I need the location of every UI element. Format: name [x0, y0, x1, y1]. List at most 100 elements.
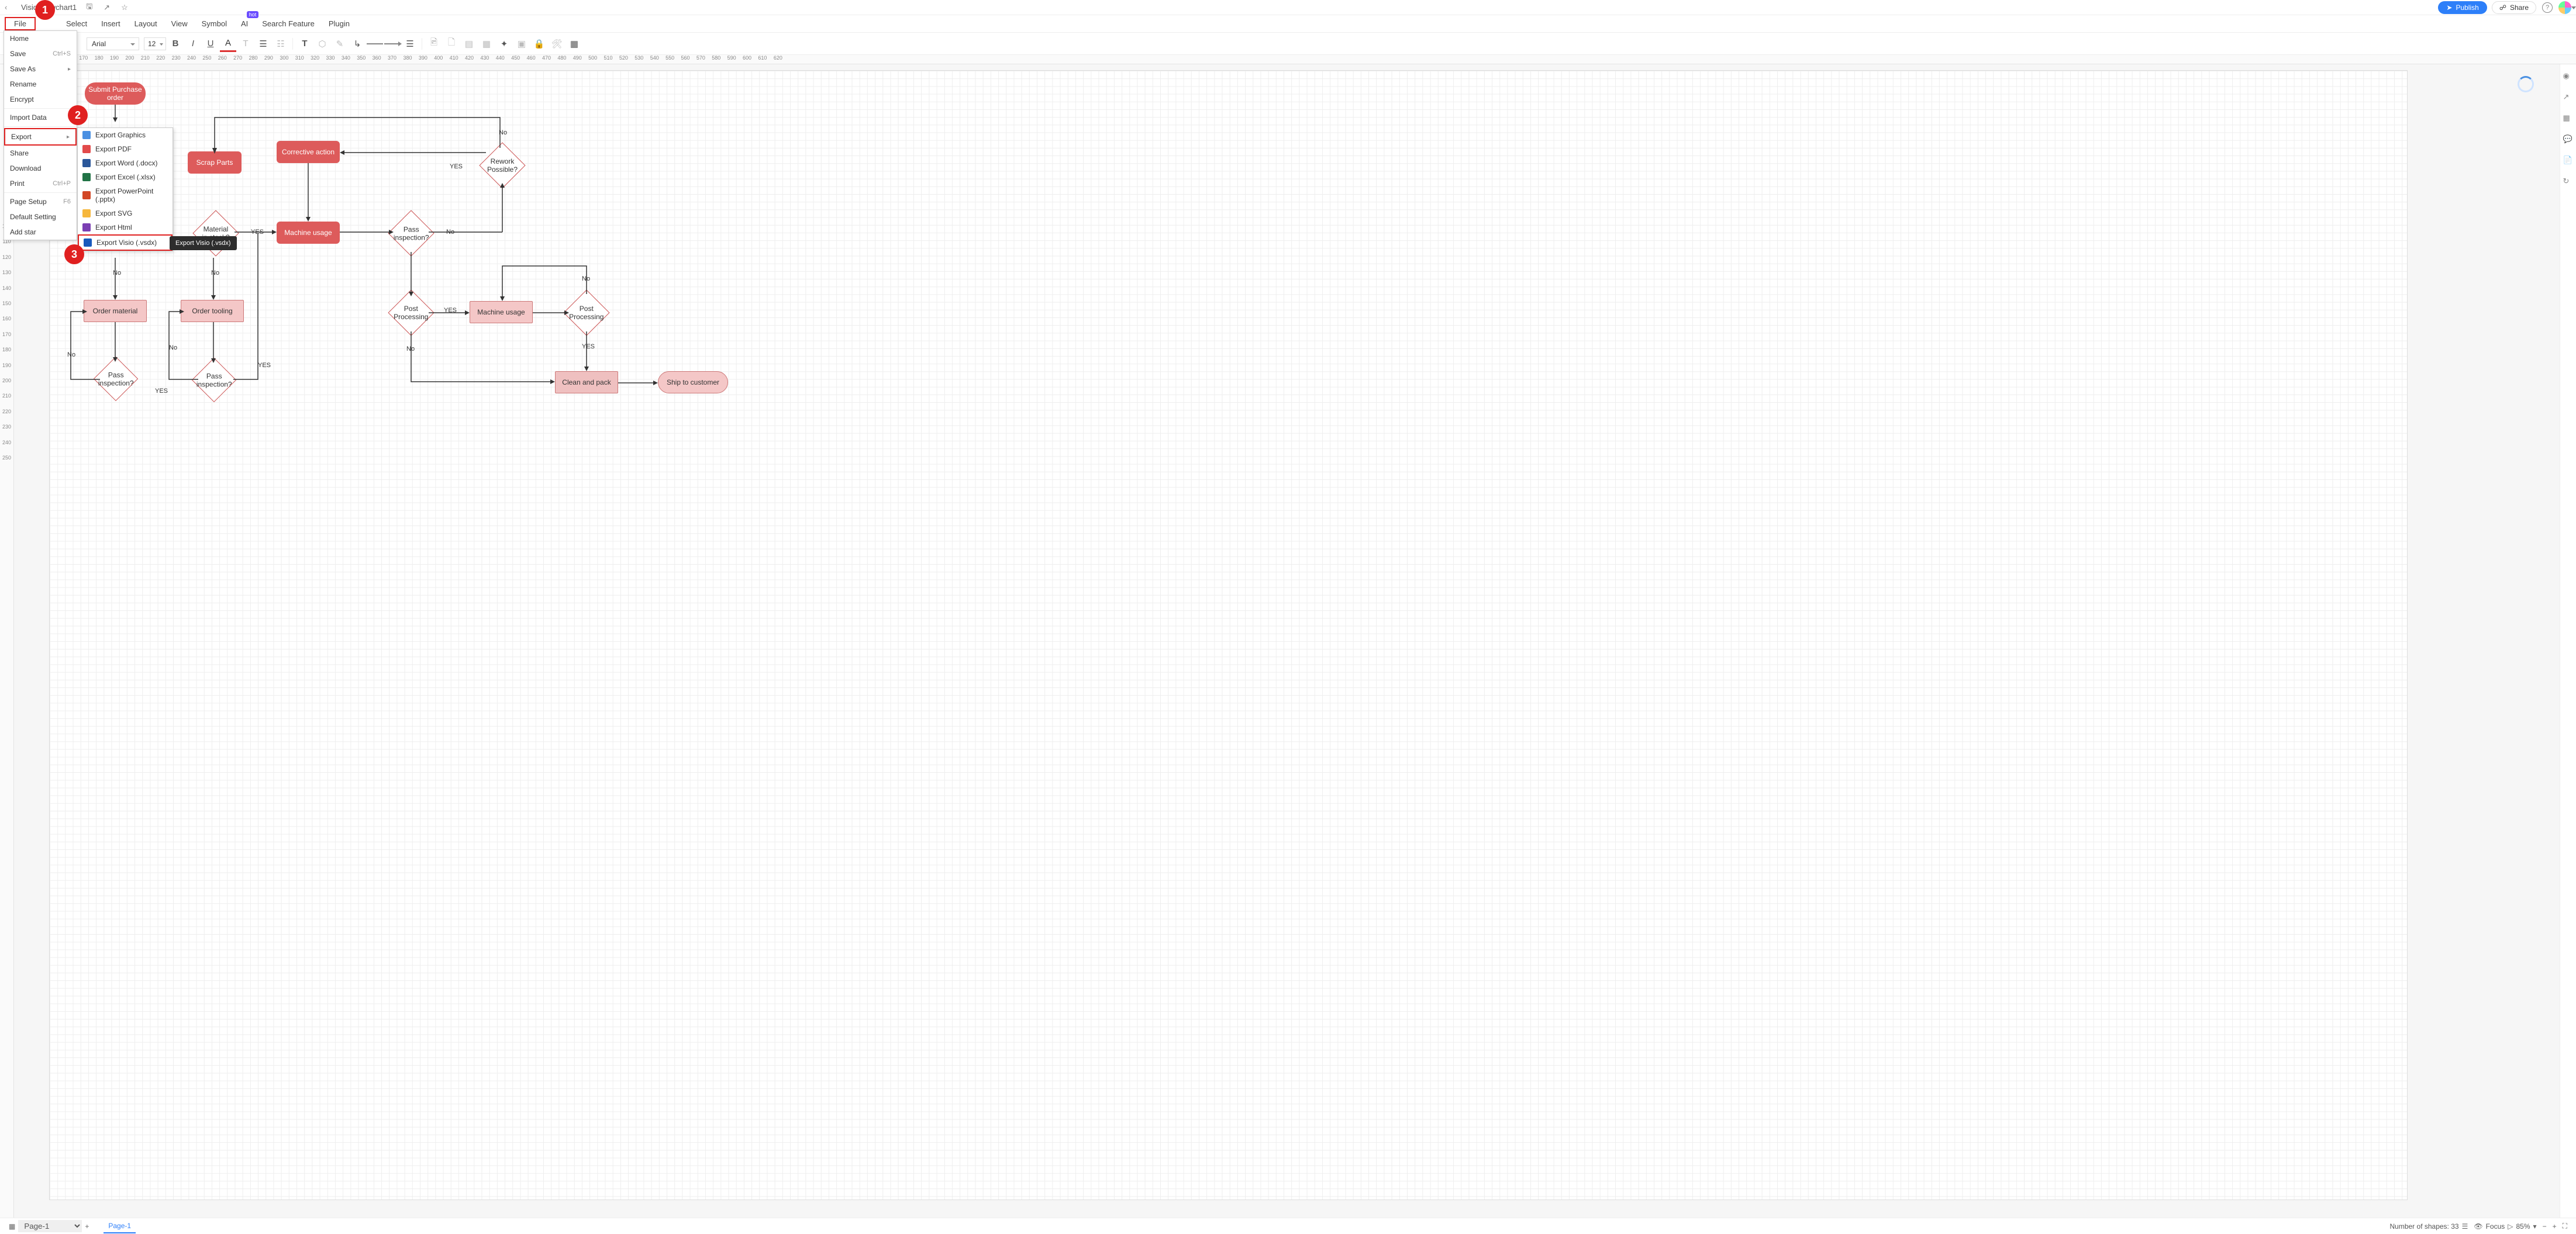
canvas-page[interactable]: Submit Purchase order Scrap Parts Correc…	[49, 70, 2408, 1200]
export-submenu: Export GraphicsExport PDFExport Word (.d…	[77, 127, 173, 251]
add-page-button[interactable]: +	[85, 1222, 89, 1230]
layers-icon[interactable]: ☰	[2462, 1222, 2468, 1230]
shape-machine1[interactable]: Machine usage	[277, 222, 340, 244]
file-menu-export[interactable]: Export▸	[4, 128, 77, 146]
font-color-button[interactable]: A	[220, 36, 236, 52]
menu-bar: File Select Insert Layout View Symbol AI…	[0, 15, 2576, 33]
shape-scrap[interactable]: Scrap Parts	[188, 151, 242, 174]
export-export-visio-vsdx-[interactable]: Export Visio (.vsdx)	[78, 234, 173, 251]
shape-clean[interactable]: Clean and pack	[555, 371, 618, 393]
export-export-powerpoint-pptx-[interactable]: Export PowerPoint (.pptx)	[78, 184, 173, 206]
text-vertical-button[interactable]: T	[237, 36, 254, 52]
toolbar: Arial 12 B I U A T ☰ ☷ T ⬡ ✎ ↳ ☰ 🖻 🗋 ▤ ▦…	[0, 33, 2576, 55]
menu-view[interactable]: View	[164, 17, 195, 30]
fullscreen-button[interactable]: ⛶	[2563, 1222, 2567, 1230]
shape-passinsp3[interactable]: Pass inspection?	[192, 358, 236, 402]
help-icon[interactable]: ?	[2542, 2, 2553, 13]
arrow-style-button[interactable]	[384, 36, 401, 52]
history-panel-icon[interactable]: ↻	[2563, 177, 2574, 187]
user-avatar[interactable]	[2558, 1, 2571, 14]
fill-button[interactable]: ⬡	[314, 36, 330, 52]
canvas[interactable]: Submit Purchase order Scrap Parts Correc…	[14, 64, 2560, 1218]
tools-button[interactable]: 🛠	[549, 36, 565, 52]
effects-button[interactable]: ✦	[496, 36, 512, 52]
page-select[interactable]: Page-1	[18, 1220, 82, 1232]
comment-panel-icon[interactable]: 💬	[2563, 134, 2574, 145]
publish-button[interactable]: ➤Publish	[2438, 1, 2487, 14]
file-menu-add-star[interactable]: Add star	[4, 224, 77, 240]
grid-panel-icon[interactable]: ▦	[2563, 113, 2574, 124]
pages-icon[interactable]: ▦	[9, 1222, 15, 1230]
image-button[interactable]: 🖻	[426, 36, 442, 52]
shape-postproc1[interactable]: Post Processing	[388, 289, 434, 336]
file-menu-import-data[interactable]: Import Data	[4, 110, 77, 125]
menu-insert[interactable]: Insert	[94, 17, 127, 30]
bold-button[interactable]: B	[167, 36, 184, 52]
menu-layout[interactable]: Layout	[127, 17, 164, 30]
align-objects-button[interactable]: ▤	[461, 36, 477, 52]
connector-button[interactable]: ↳	[349, 36, 365, 52]
zoom-out-button[interactable]: −	[2543, 1222, 2547, 1230]
pen-button[interactable]: ✎	[332, 36, 348, 52]
zoom-in-button[interactable]: +	[2553, 1222, 2557, 1230]
file-menu-rename[interactable]: Rename	[4, 77, 77, 92]
text-tool-button[interactable]: T	[296, 36, 313, 52]
shape-passinsp2[interactable]: Pass inspection?	[94, 357, 138, 401]
zoom-dropdown-icon[interactable]: ▾	[2533, 1222, 2537, 1230]
menu-select[interactable]: Select	[59, 17, 94, 30]
lock-button[interactable]: 🔒	[531, 36, 547, 52]
group-button[interactable]: ▦	[478, 36, 495, 52]
star-icon[interactable]: ☆	[121, 3, 132, 12]
file-menu: HomeSaveCtrl+SSave As▸RenameEncrypt Impor…	[4, 30, 77, 240]
export-export-word-docx-[interactable]: Export Word (.docx)	[78, 156, 173, 170]
save-icon[interactable]: 🖫	[86, 1, 96, 14]
list-button[interactable]: ☷	[273, 36, 289, 52]
export-export-graphics[interactable]: Export Graphics	[78, 128, 173, 142]
font-select[interactable]: Arial	[87, 37, 139, 50]
play-icon[interactable]: ▷	[2508, 1222, 2513, 1230]
menu-plugin[interactable]: Plugin	[322, 17, 357, 30]
back-icon[interactable]: ‹	[5, 3, 15, 12]
export-export-excel-xlsx-[interactable]: Export Excel (.xlsx)	[78, 170, 173, 184]
open-external-icon[interactable]: ↗	[104, 3, 114, 12]
zoom-level: 85%	[2516, 1222, 2530, 1230]
shape-start[interactable]: Submit Purchase order	[85, 82, 146, 105]
align-button[interactable]: ☰	[255, 36, 271, 52]
file-menu-save[interactable]: SaveCtrl+S	[4, 46, 77, 61]
menu-search[interactable]: Search Feature	[255, 17, 322, 30]
loading-icon	[2518, 76, 2534, 92]
underline-button[interactable]: U	[202, 36, 219, 52]
file-menu-home[interactable]: Home	[4, 31, 77, 46]
file-menu-save-as[interactable]: Save As▸	[4, 61, 77, 77]
share-button[interactable]: ☍Share	[2492, 1, 2536, 14]
file-menu-download[interactable]: Download	[4, 161, 77, 176]
export-export-html[interactable]: Export Html	[78, 220, 173, 234]
shape-machine2[interactable]: Machine usage	[470, 301, 533, 323]
font-size-select[interactable]: 12	[144, 37, 166, 50]
export-export-pdf[interactable]: Export PDF	[78, 142, 173, 156]
menu-ai[interactable]: AIhot	[234, 17, 255, 30]
focus-icon[interactable]: 👁	[2474, 1222, 2482, 1230]
italic-button[interactable]: I	[185, 36, 201, 52]
copy-button[interactable]: 🗋	[443, 36, 460, 52]
menu-symbol[interactable]: Symbol	[195, 17, 234, 30]
table-button[interactable]: ▦	[566, 36, 582, 52]
page-panel-icon[interactable]: 📄	[2563, 155, 2574, 166]
file-menu-default-setting[interactable]: Default Setting	[4, 209, 77, 224]
file-menu-share[interactable]: Share	[4, 146, 77, 161]
send-icon: ➤	[2446, 4, 2452, 12]
ruler-horizontal: 1301401501601701801902002102202302402502…	[0, 55, 2576, 64]
export-panel-icon[interactable]: ↗	[2563, 92, 2574, 103]
crop-button[interactable]: ▣	[513, 36, 530, 52]
export-export-svg[interactable]: Export SVG	[78, 206, 173, 220]
file-menu-print[interactable]: PrintCtrl+P	[4, 176, 77, 191]
menu-file[interactable]: File	[5, 17, 36, 30]
page-tab[interactable]: Page-1	[104, 1219, 136, 1233]
line-weight-button[interactable]: ☰	[402, 36, 418, 52]
fill-panel-icon[interactable]: ◉	[2563, 71, 2574, 82]
shape-passinsp1[interactable]: Pass inspection?	[388, 210, 434, 256]
file-menu-page-setup[interactable]: Page SetupF6	[4, 194, 77, 209]
shape-ship[interactable]: Ship to customer	[658, 371, 728, 393]
file-menu-encrypt[interactable]: Encrypt	[4, 92, 77, 107]
line-style-button[interactable]	[367, 36, 383, 52]
